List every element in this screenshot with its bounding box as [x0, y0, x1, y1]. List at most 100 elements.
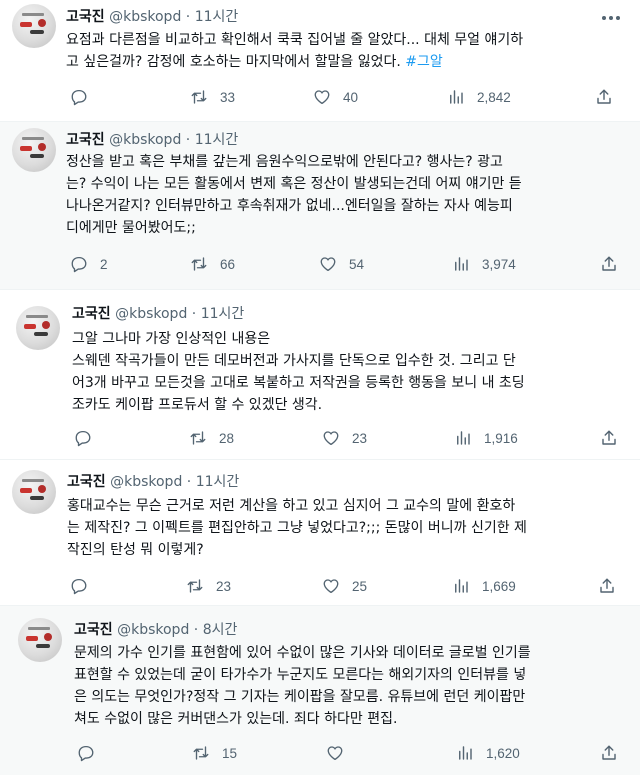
tweet-text-line: 쳐도 수없이 많은 커버댄스가 있는데. 죄다 하다만 편집.: [74, 711, 398, 727]
tweet[interactable]: 고국진 @kbskopd · 11시간 그알 그나마 가장 인상적인 내용은 스…: [0, 290, 640, 460]
retweet-button[interactable]: 15: [192, 742, 237, 764]
tweet-text-line: 홍대교수는 무슨 근거로 저런 계산을 하고 있고 심지어 그 교수의 말에 환…: [67, 498, 516, 514]
like-icon: [314, 90, 330, 105]
views-count: 1,916: [484, 430, 518, 446]
author-name[interactable]: 고국진: [66, 9, 105, 25]
retweet-count: 28: [219, 430, 235, 446]
author-handle[interactable]: @kbskopd: [110, 474, 182, 490]
timestamp[interactable]: 11시간: [195, 9, 239, 25]
tweet-text-line: 디에게만 물어봤어도;;: [66, 220, 196, 236]
reply-icon: [71, 256, 87, 273]
author-name[interactable]: 고국진: [72, 306, 111, 322]
tweet-text: 홍대교수는 무슨 근거로 저런 계산을 하고 있고 심지어 그 교수의 말에 환…: [67, 495, 527, 561]
tweet-text-line: 그알 그나마 가장 인상적인 내용은: [72, 331, 271, 347]
retweet-button[interactable]: 66: [190, 253, 235, 275]
views-icon: [455, 257, 468, 271]
views-button[interactable]: 1,669: [452, 575, 516, 597]
tweet-header: 고국진 @kbskopd · 11시간: [67, 472, 239, 492]
retweet-icon: [190, 431, 206, 445]
timestamp[interactable]: 11시간: [196, 474, 240, 490]
author-handle[interactable]: @kbskopd: [109, 9, 181, 25]
tweet[interactable]: 고국진 @kbskopd · 11시간 정산을 받고 혹은 부채를 갚는게 음원…: [0, 122, 640, 290]
tweet[interactable]: 고국진 @kbskopd · 11시간 홍대교수는 무슨 근거로 저런 계산을 …: [0, 460, 640, 606]
avatar[interactable]: [12, 470, 56, 514]
like-count: 54: [349, 256, 365, 272]
timestamp[interactable]: 11시간: [201, 306, 245, 322]
author-handle[interactable]: @kbskopd: [109, 132, 181, 148]
tweet[interactable]: 고국진 @kbskopd · 11시간 요점과 다른점을 비교하고 확인해서 쿡…: [0, 0, 640, 122]
like-button[interactable]: 23: [322, 427, 367, 449]
separator-dot: ·: [186, 474, 192, 490]
like-button[interactable]: [326, 742, 356, 764]
tweet-text-line: 정산을 받고 혹은 부채를 갚는게 음원수익으로밖에 안된다고? 행사는? 광고: [66, 154, 503, 170]
retweet-icon: [191, 90, 207, 104]
like-button[interactable]: 25: [322, 575, 367, 597]
share-button[interactable]: [600, 427, 618, 449]
author-handle[interactable]: @kbskopd: [117, 622, 189, 638]
like-button[interactable]: 54: [319, 253, 364, 275]
tweet-text-line: 고 싶은걸까? 감정에 호소하는 마지막에서 할말을 잃었다.: [66, 54, 401, 70]
tweet-text-line: 는? 수익이 나는 모든 활동에서 변제 혹은 정산이 발생되는건데 어찌 얘기…: [66, 176, 522, 192]
tweet-text: 문제의 가수 인기를 표현함에 있어 수없이 많은 기사와 데이터로 글로벌 인…: [74, 642, 531, 730]
views-button[interactable]: 3,974: [452, 253, 516, 275]
reply-button[interactable]: [77, 742, 107, 764]
avatar[interactable]: [16, 306, 60, 350]
tweet[interactable]: 고국진 @kbskopd · 8시간 문제의 가수 인기를 표현함에 있어 수없…: [0, 606, 640, 775]
tweet-text-line-with-hashtag: 고 싶은걸까? 감정에 호소하는 마지막에서 할말을 잃었다. #그알: [66, 51, 523, 73]
author-name[interactable]: 고국진: [67, 474, 106, 490]
tweet-text-line: 조카도 케이팝 프로듀서 할 수 있겠단 생각.: [72, 397, 323, 413]
hashtag-link[interactable]: #그알: [405, 54, 443, 70]
retweet-icon: [193, 746, 209, 760]
like-icon: [323, 579, 339, 594]
tweet-actions: 23 25 1,669: [0, 575, 640, 597]
timestamp[interactable]: 11시간: [195, 132, 239, 148]
views-count: 3,974: [482, 256, 516, 272]
views-button[interactable]: 1,916: [454, 427, 518, 449]
separator-dot: ·: [185, 132, 191, 148]
retweet-count: 66: [220, 256, 236, 272]
reply-button[interactable]: [74, 427, 104, 449]
retweet-button[interactable]: 33: [190, 86, 235, 108]
views-icon: [457, 431, 470, 445]
reply-button[interactable]: 2: [70, 253, 108, 275]
share-button[interactable]: [595, 86, 613, 108]
share-button[interactable]: [600, 253, 618, 275]
tweet-feed: 고국진 @kbskopd · 11시간 요점과 다른점을 비교하고 확인해서 쿡…: [0, 0, 640, 775]
like-count: 25: [352, 578, 368, 594]
views-button[interactable]: 1,620: [456, 742, 520, 764]
author-name[interactable]: 고국진: [74, 622, 113, 638]
reply-button[interactable]: [70, 575, 100, 597]
like-icon: [320, 257, 336, 272]
views-icon: [455, 579, 468, 593]
avatar[interactable]: [12, 128, 56, 172]
author-handle[interactable]: @kbskopd: [115, 306, 187, 322]
timestamp[interactable]: 8시간: [203, 622, 238, 638]
reply-icon: [71, 578, 87, 595]
tweet-text-line: 작진의 탄성 뭐 이렇게?: [67, 542, 204, 558]
retweet-button[interactable]: 23: [186, 575, 231, 597]
share-button[interactable]: [600, 742, 618, 764]
views-count: 2,842: [477, 89, 511, 105]
avatar[interactable]: [18, 618, 62, 662]
views-button[interactable]: 2,842: [447, 86, 511, 108]
retweet-button[interactable]: 28: [189, 427, 234, 449]
retweet-count: 23: [216, 578, 232, 594]
share-button[interactable]: [598, 575, 616, 597]
tweet-actions: 33 40 2,842: [0, 86, 640, 108]
like-button[interactable]: 40: [313, 86, 358, 108]
more-icon[interactable]: [600, 8, 622, 28]
tweet-header: 고국진 @kbskopd · 8시간: [74, 620, 237, 640]
tweet-actions: 15 1,620: [0, 742, 640, 764]
avatar[interactable]: [12, 4, 56, 48]
reply-count: 2: [100, 256, 108, 272]
separator-dot: ·: [191, 306, 197, 322]
tweet-text-line: 요점과 다른점을 비교하고 확인해서 쿡쿡 집어낼 줄 알았다... 대체 무얼…: [66, 32, 524, 48]
tweet-text-line: 는 제작진? 그 이펙트를 편집안하고 그냥 넣었다고?;;; 돈많이 버니까 …: [67, 520, 527, 536]
tweet-text-line: 스웨덴 작곡가들이 만든 데모버전과 가사지를 단독으로 입수한 것. 그리고 …: [72, 353, 516, 369]
views-count: 1,620: [486, 745, 520, 761]
tweet-text: 요점과 다른점을 비교하고 확인해서 쿡쿡 집어낼 줄 알았다... 대체 무얼…: [66, 29, 523, 73]
like-count: 40: [343, 89, 359, 105]
author-name[interactable]: 고국진: [66, 132, 105, 148]
reply-button[interactable]: [70, 86, 100, 108]
share-icon: [602, 256, 616, 271]
